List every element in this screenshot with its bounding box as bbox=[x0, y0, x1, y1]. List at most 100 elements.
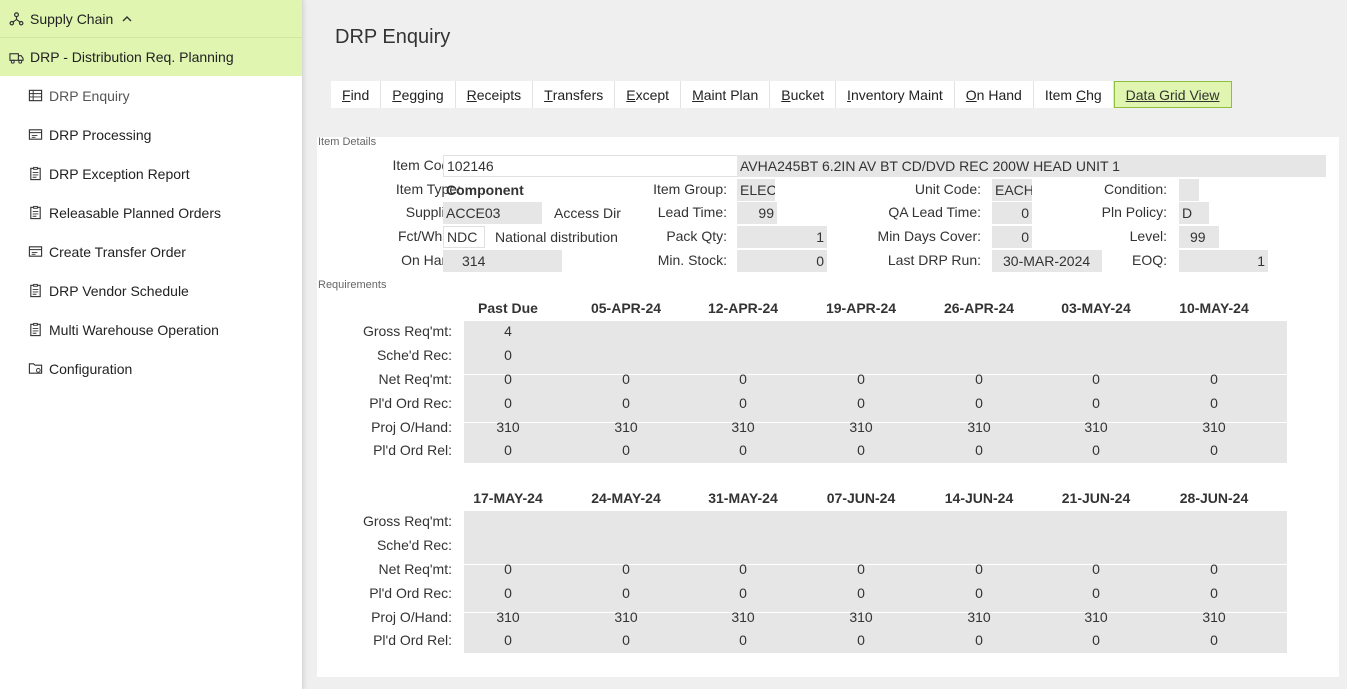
sidebar-item-label: Configuration bbox=[49, 360, 133, 377]
grid-cell: 0 bbox=[504, 347, 512, 363]
grid-row-label: Proj O/Hand: bbox=[371, 609, 452, 625]
grid-row-label: Pl'd Ord Rel: bbox=[373, 632, 452, 648]
grid-row-label: Pl'd Ord Rec: bbox=[369, 395, 452, 411]
grid-column-header: 28-JUN-24 bbox=[1179, 490, 1249, 506]
tab-hotkey: O bbox=[965, 86, 977, 103]
tab-hotkey: R bbox=[466, 86, 477, 103]
grid-row-label: Sche'd Rec: bbox=[376, 347, 452, 363]
min-stock-value: 0 bbox=[737, 250, 827, 272]
sidebar-group-label: Supply Chain bbox=[30, 10, 114, 27]
tab-bucket[interactable]: Bucket bbox=[770, 81, 837, 108]
grid-column-header: 05-APR-24 bbox=[590, 300, 662, 316]
grid-column-header: 17-MAY-24 bbox=[473, 490, 543, 506]
tab-label: egging bbox=[401, 86, 444, 103]
tab-item-chg[interactable]: Item Chg bbox=[1034, 81, 1114, 108]
grid-column-header: 10-MAY-24 bbox=[1179, 300, 1249, 316]
clipboard-icon bbox=[27, 283, 43, 299]
supplier-name: Access Dir bbox=[554, 205, 621, 221]
grid-cell: 310 bbox=[1202, 419, 1226, 435]
sidebar-item-drp-enquiry[interactable]: DRP Enquiry bbox=[0, 76, 302, 115]
lead-time-value: 99 bbox=[737, 202, 777, 224]
grid-cell: 0 bbox=[622, 585, 630, 601]
grid-cell: 310 bbox=[1202, 609, 1226, 625]
grid-cell: 0 bbox=[1210, 561, 1218, 577]
pln-policy-value: D bbox=[1179, 202, 1209, 224]
fct-whse-input[interactable]: NDC bbox=[443, 226, 485, 248]
grid-cell: 310 bbox=[496, 609, 520, 625]
grid-cell: 310 bbox=[849, 609, 873, 625]
eoq-value: 1 bbox=[1179, 250, 1268, 272]
tab-maint-plan[interactable]: Maint Plan bbox=[681, 81, 771, 108]
grid-cell: 0 bbox=[975, 395, 983, 411]
grid-cell: 310 bbox=[731, 419, 755, 435]
tab-inventory-maint[interactable]: Inventory Maint bbox=[836, 81, 955, 108]
tab-find[interactable]: Find bbox=[331, 81, 382, 108]
grid-cell: 310 bbox=[849, 419, 873, 435]
clipboard-icon bbox=[27, 322, 43, 338]
grid-cell: 0 bbox=[1092, 371, 1100, 387]
grid-cell: 310 bbox=[496, 419, 520, 435]
sidebar-item-multi-warehouse-operation[interactable]: Multi Warehouse Operation bbox=[0, 310, 302, 349]
section-label-item-details: Item Details bbox=[318, 136, 377, 148]
grid-cell: 0 bbox=[1210, 371, 1218, 387]
last-drp-run-label: Last DRP Run: bbox=[887, 252, 981, 268]
card-icon bbox=[27, 244, 43, 260]
tab-transfers[interactable]: Transfers bbox=[533, 81, 616, 108]
grid-cell: 310 bbox=[967, 609, 991, 625]
tab-except[interactable]: Except bbox=[615, 81, 682, 108]
tab-hotkey: T bbox=[544, 86, 553, 103]
grid-cell: 0 bbox=[739, 371, 747, 387]
grid-column-header: 21-JUN-24 bbox=[1061, 490, 1131, 506]
sidebar-item-label: Create Transfer Order bbox=[49, 243, 186, 260]
tab-pegging[interactable]: Pegging bbox=[381, 81, 456, 108]
sidebar-item-label: DRP Vendor Schedule bbox=[49, 282, 189, 299]
tab-label: ind bbox=[350, 86, 370, 103]
grid-cell: 310 bbox=[1084, 419, 1108, 435]
grid-cell: 0 bbox=[504, 561, 512, 577]
tab-receipts[interactable]: Receipts bbox=[456, 81, 534, 108]
min-stock-label: Min. Stock: bbox=[657, 252, 727, 268]
grid-cell: 0 bbox=[975, 561, 983, 577]
pack-qty-label: Pack Qty: bbox=[666, 228, 727, 244]
item-code-input[interactable]: 102146 bbox=[443, 155, 738, 177]
grid-cell: 0 bbox=[622, 561, 630, 577]
chevron-up-icon[interactable] bbox=[121, 13, 133, 25]
sidebar-item-drp-exception-report[interactable]: DRP Exception Report bbox=[0, 154, 302, 193]
grid-column-header: 07-JUN-24 bbox=[826, 490, 896, 506]
grid-cell: 0 bbox=[857, 585, 865, 601]
sidebar-module-label: DRP - Distribution Req. Planning bbox=[30, 49, 234, 65]
tab-on-hand[interactable]: On Hand bbox=[955, 81, 1034, 108]
page-title: DRP Enquiry bbox=[335, 26, 451, 48]
grid-cell: 0 bbox=[622, 632, 630, 648]
table-icon bbox=[27, 88, 43, 104]
grid-cell: 0 bbox=[975, 585, 983, 601]
grid-column-header: 31-MAY-24 bbox=[708, 490, 778, 506]
sidebar-item-create-transfer-order[interactable]: Create Transfer Order bbox=[0, 232, 302, 271]
grid-cell: 0 bbox=[1092, 561, 1100, 577]
sidebar-item-drp-processing[interactable]: DRP Processing bbox=[0, 115, 302, 154]
item-group-label: Item Group: bbox=[653, 181, 727, 197]
grid-cell: 0 bbox=[857, 632, 865, 648]
sidebar-group-supply-chain[interactable]: Supply Chain bbox=[0, 0, 302, 38]
grid-cell: 310 bbox=[731, 609, 755, 625]
tab-data-grid-view[interactable]: Data Grid View bbox=[1113, 81, 1232, 108]
card-icon bbox=[27, 127, 43, 143]
sidebar-item-releasable-planned-orders[interactable]: Releasable Planned Orders bbox=[0, 193, 302, 232]
sidebar-module-drp[interactable]: DRP - Distribution Req. Planning bbox=[0, 38, 302, 76]
min-days-cover-label: Min Days Cover: bbox=[877, 228, 981, 244]
tab-label: ucket bbox=[790, 86, 825, 103]
sidebar-item-configuration[interactable]: Configuration bbox=[0, 349, 302, 388]
tab-label: hg bbox=[1086, 86, 1102, 103]
network-icon bbox=[8, 11, 24, 27]
grid-cell: 0 bbox=[975, 371, 983, 387]
unit-code-label: Unit Code: bbox=[914, 181, 981, 197]
grid-row-label: Proj O/Hand: bbox=[371, 419, 452, 435]
grid-column-header: 12-APR-24 bbox=[707, 300, 779, 316]
sidebar-item-drp-vendor-schedule[interactable]: DRP Vendor Schedule bbox=[0, 271, 302, 310]
qa-lead-time-label: QA Lead Time: bbox=[888, 204, 981, 220]
truck-icon bbox=[8, 49, 24, 65]
grid-cell: 310 bbox=[614, 609, 638, 625]
lead-time-label: Lead Time: bbox=[657, 204, 727, 220]
last-drp-run-value: 30-MAR-2024 bbox=[992, 250, 1102, 272]
tab-label: xcept bbox=[635, 86, 670, 103]
